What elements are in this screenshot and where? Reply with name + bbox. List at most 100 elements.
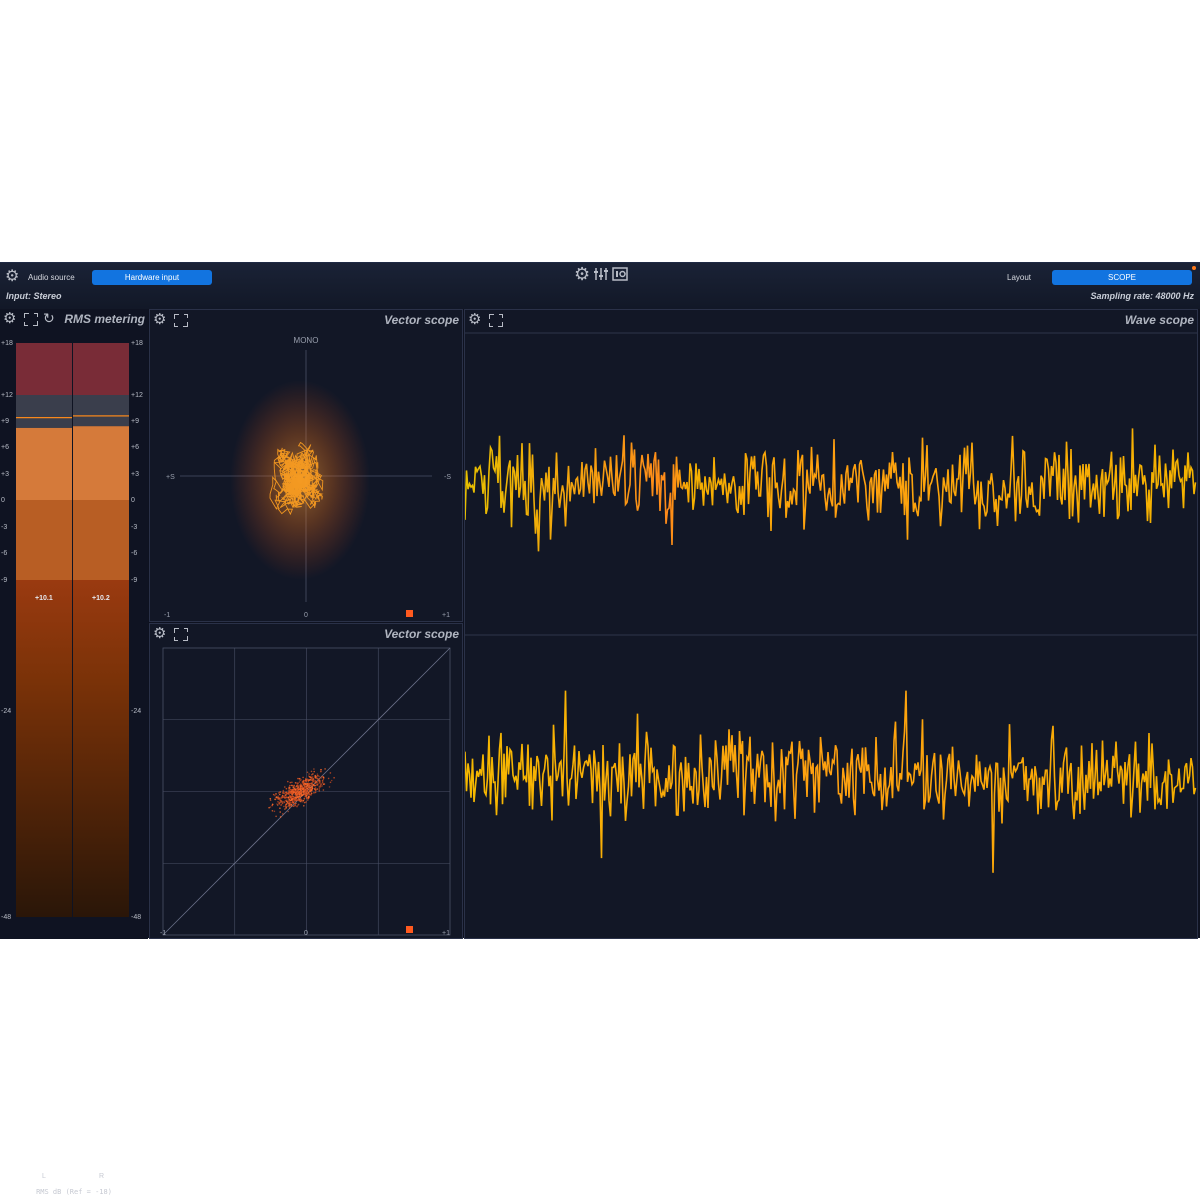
scatter-point: [311, 789, 313, 792]
scatter-point: [311, 781, 314, 783]
scatter-point: [319, 784, 322, 787]
scatter-point: [282, 800, 284, 803]
scatter-point: [290, 805, 293, 807]
center-toolbar: ⚙: [574, 265, 628, 283]
scatter-point: [299, 791, 302, 794]
scatter-point: [279, 811, 281, 813]
gear-icon[interactable]: ⚙: [153, 626, 166, 641]
reset-icon[interactable]: ↻: [43, 311, 55, 326]
scatter-point: [279, 816, 282, 818]
scale-tick-right: +3: [131, 471, 139, 478]
scatter-point: [298, 777, 301, 780]
scatter-point: [290, 799, 293, 801]
scatter-point: [282, 813, 284, 815]
scatter-point: [283, 805, 285, 808]
scatter-point: [327, 777, 330, 780]
fullscreen-icon[interactable]: [24, 313, 38, 326]
scatter-point: [268, 806, 270, 809]
scatter-point: [321, 785, 323, 787]
scatter-point: [307, 796, 310, 799]
scatter-point: [312, 773, 314, 775]
scatter-point: [320, 770, 322, 773]
scale-tick-right: +12: [131, 392, 143, 399]
scatter-point: [303, 790, 305, 792]
scatter-point: [330, 779, 333, 782]
scatter-point: [306, 771, 309, 774]
fullscreen-icon[interactable]: [174, 628, 188, 641]
scatter-point: [297, 787, 300, 790]
fullscreen-icon[interactable]: [489, 314, 503, 327]
scatter-point: [282, 789, 285, 792]
scatter-point: [310, 776, 312, 778]
scatter-point: [284, 808, 286, 810]
scatter-point: [279, 791, 281, 793]
meter-divider: [72, 343, 73, 917]
channel-label-left: L: [42, 1173, 46, 1180]
vector-scope-bottom-panel: ⚙ Vector scope -1 0 +1: [149, 623, 463, 939]
scatter-point: [278, 797, 281, 800]
x-mid-label: 0: [304, 612, 308, 619]
scale-tick-left: -9: [1, 577, 7, 584]
scale-tick-left: -48: [1, 914, 11, 921]
peak-value-right: +10.2: [92, 595, 110, 602]
gear-icon[interactable]: ⚙: [574, 265, 590, 283]
io-icon[interactable]: [612, 267, 628, 281]
meter-headroom-right: [73, 395, 129, 427]
x-min-label: -1: [164, 612, 170, 619]
scatter-point: [297, 777, 299, 780]
scatter-point: [324, 768, 326, 770]
scatter-point: [279, 807, 281, 809]
sampling-rate-label: Sampling rate: 48000 Hz: [1090, 291, 1194, 301]
scatter-point: [292, 805, 295, 807]
scatter-point: [317, 774, 319, 777]
scatter-points: [268, 768, 335, 818]
scatter-point: [297, 785, 300, 787]
scatter-point: [289, 801, 292, 804]
scatter-point: [278, 792, 280, 794]
scatter-point: [285, 803, 288, 806]
scatter-point: [292, 800, 294, 802]
scatter-point: [286, 801, 289, 803]
scatter-point: [312, 778, 315, 780]
scatter-point: [318, 780, 320, 782]
scatter-point: [269, 799, 272, 802]
fullscreen-icon[interactable]: [174, 314, 188, 327]
meter-fill-upper-left: [16, 427, 72, 500]
scatter-point: [323, 783, 326, 785]
scatter-point: [311, 777, 313, 780]
scatter-point: [328, 786, 331, 788]
meter-red-zone-right: [73, 343, 129, 395]
scale-tick-left: +6: [1, 444, 9, 451]
status-marker: [406, 926, 413, 933]
x-max-label: +1: [442, 612, 450, 619]
scatter-point: [301, 794, 304, 796]
gear-icon[interactable]: ⚙: [468, 312, 481, 327]
gear-icon[interactable]: ⚙: [3, 311, 16, 326]
scale-tick-left: +12: [1, 392, 13, 399]
scatter-point: [311, 784, 314, 786]
scale-tick-left: -24: [1, 708, 11, 715]
scale-tick-left: -3: [1, 524, 7, 531]
scatter-point: [304, 801, 306, 804]
mixer-icon[interactable]: [593, 266, 609, 282]
scatter-point: [313, 770, 315, 773]
scatter-point: [287, 810, 289, 813]
scale-tick-left: -6: [1, 550, 7, 557]
scatter-point: [289, 784, 291, 787]
layout-button[interactable]: SCOPE: [1052, 270, 1192, 285]
scatter-point: [306, 789, 308, 791]
scatter-point: [314, 791, 317, 794]
scatter-point: [274, 798, 276, 801]
scatter-point: [271, 810, 274, 812]
scatter-point: [313, 768, 315, 770]
gear-icon[interactable]: ⚙: [5, 269, 19, 285]
scatter-point: [295, 802, 297, 805]
scatter-point: [305, 778, 307, 781]
scatter-point: [299, 779, 301, 782]
scatter-point: [318, 786, 321, 788]
gear-icon[interactable]: ⚙: [153, 312, 166, 327]
scatter-point: [298, 795, 300, 798]
waveform-right-channel: [465, 690, 1197, 873]
scatter-point: [304, 794, 307, 796]
audio-source-button[interactable]: Hardware input: [92, 270, 212, 285]
